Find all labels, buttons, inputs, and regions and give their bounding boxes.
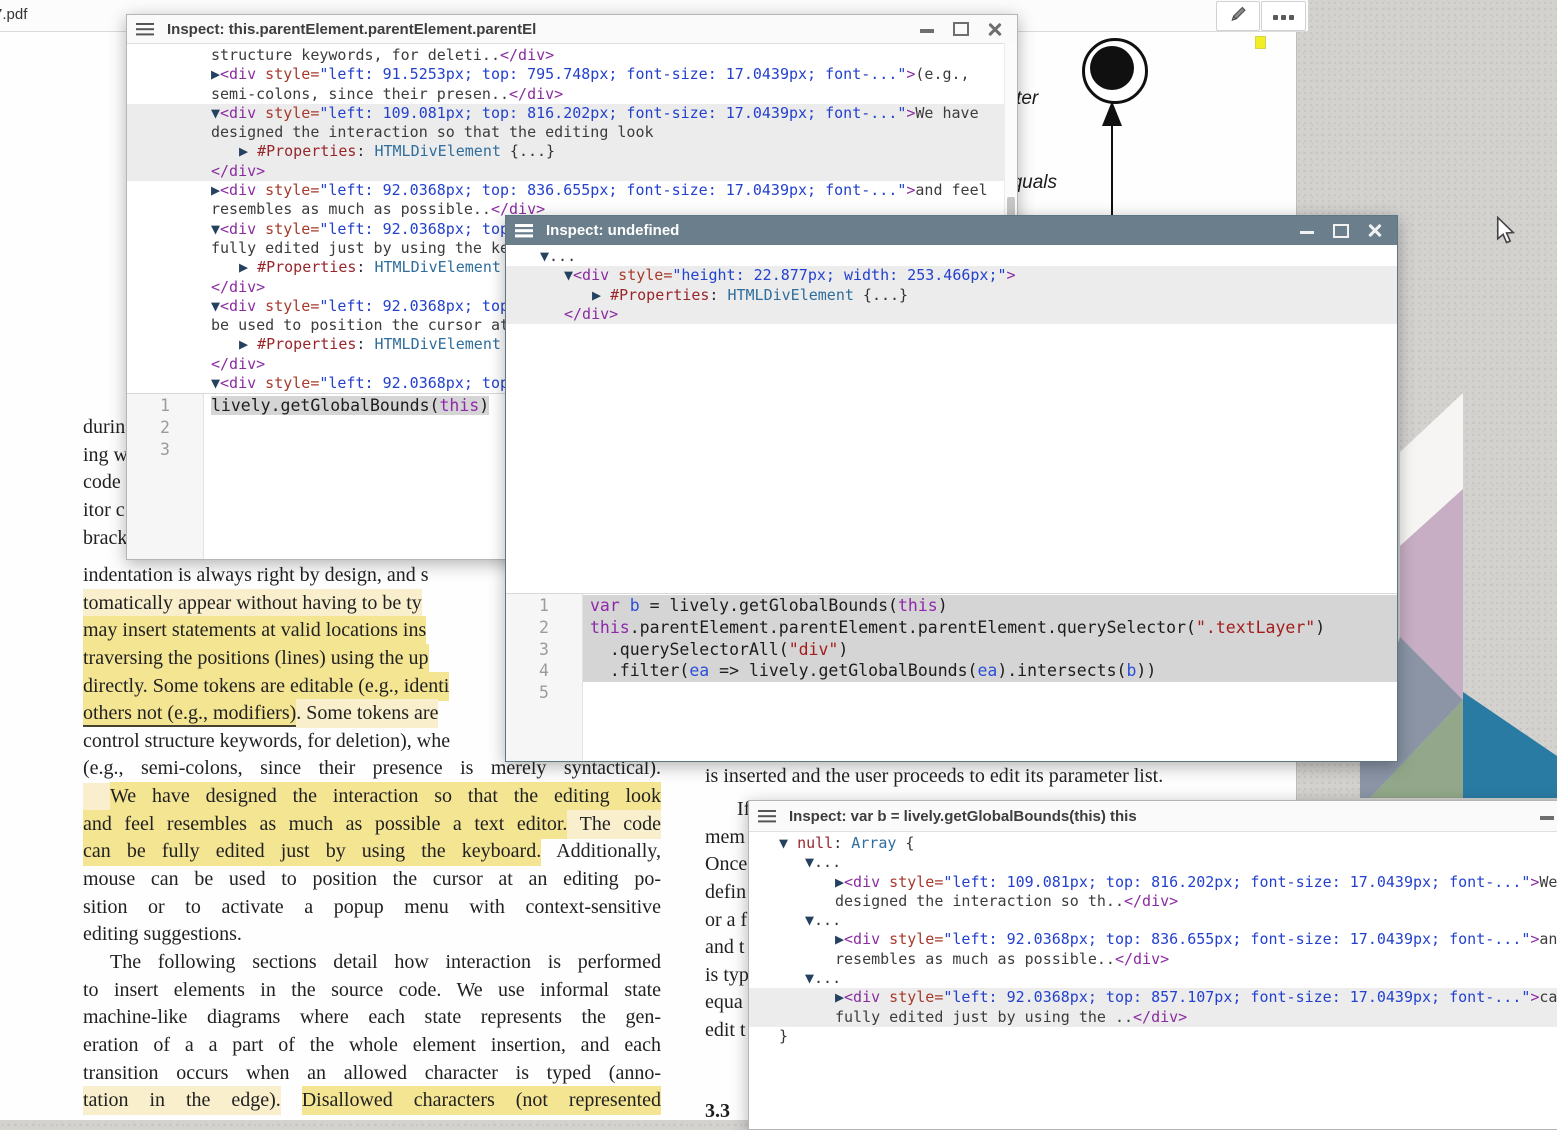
pdf-text-line: itor c: [83, 497, 128, 525]
tree-row[interactable]: </div>: [506, 305, 1397, 324]
tree-row[interactable]: ▶<div style="left: 92.0368px; top: 857.1…: [749, 988, 1557, 1007]
diagram-end-node-inner-circle: [1090, 46, 1134, 90]
pdf-text-line: code: [83, 469, 128, 497]
pdf-text-line: mouse can be used to position the cursor…: [83, 866, 661, 894]
window-title: Inspect: var b = lively.getGlobalBounds(…: [789, 808, 1137, 825]
pdf-text-line: brack: [83, 525, 128, 553]
window-title: Inspect: undefined: [546, 222, 679, 239]
tree-row[interactable]: ▶<div style="left: 92.0368px; top: 836.6…: [127, 181, 1017, 200]
pdf-text-line: sition or to activate a popup menu with …: [83, 894, 661, 922]
pdf-text-line: eration of a a part of the whole element…: [83, 1032, 661, 1060]
pdf-left-fragments: durining wcodeitor cbrack: [83, 414, 128, 552]
editor-code-area[interactable]: var b = lively.getGlobalBounds(this)this…: [583, 594, 1397, 761]
tree-row[interactable]: fully edited just by using the ..</div>: [749, 1008, 1557, 1027]
window-maximize-button[interactable]: [953, 22, 969, 36]
dom-tree: ▼...▼<div style="height: 22.877px; width…: [506, 245, 1397, 593]
tree-row[interactable]: ▼<div style="left: 109.081px; top: 816.2…: [127, 104, 1017, 123]
tree-row[interactable]: </div>: [127, 162, 1017, 181]
window-minimize-button[interactable]: [1540, 816, 1554, 820]
code-line[interactable]: .filter(ea => lively.getGlobalBounds(ea)…: [583, 660, 1397, 682]
tree-row[interactable]: structure keywords, for deleti..</div>: [127, 46, 1017, 65]
inspector-window-global-bounds: Inspect: var b = lively.getGlobalBounds(…: [748, 800, 1557, 1130]
window-menu-icon[interactable]: [758, 810, 776, 823]
window-minimize-button[interactable]: [1300, 231, 1314, 235]
tree-row[interactable]: ▶ #Properties: HTMLDivElement {...}: [127, 142, 1017, 161]
pdf-text-line: transition occurs when an allowed charac…: [83, 1060, 661, 1088]
tree-row[interactable]: ▼ null: Array {: [749, 834, 1557, 853]
tree-row[interactable]: ▶ #Properties: HTMLDivElement {...}: [506, 286, 1397, 305]
pdf-text-line: machine-like diagrams where each state r…: [83, 1004, 661, 1032]
tree-row[interactable]: semi-colons, since their presen..</div>: [127, 85, 1017, 104]
mouse-cursor: [1496, 216, 1515, 249]
tree-row[interactable]: ▶<div style="left: 91.5253px; top: 795.7…: [127, 65, 1017, 84]
window-menu-icon[interactable]: [136, 23, 154, 36]
code-line[interactable]: [583, 682, 1397, 704]
pdf-middle-line: is inserted and the user proceeds to edi…: [705, 763, 1557, 791]
inspector-window-undefined: Inspect: undefined ▼...▼<div style="heig…: [505, 215, 1398, 762]
more-options-icon: [1271, 7, 1296, 25]
pdf-text-line: ing w: [83, 442, 128, 470]
tree-row[interactable]: designed the interaction so that the edi…: [127, 123, 1017, 142]
edit-annotation-button[interactable]: [1216, 1, 1260, 31]
tree-row[interactable]: ▶<div style="left: 109.081px; top: 816.2…: [749, 873, 1557, 892]
window-close-button[interactable]: [1368, 224, 1382, 238]
diagram-arrow-line: [1111, 122, 1113, 218]
tree-row[interactable]: ▼...: [749, 911, 1557, 930]
yellow-annotation-marker[interactable]: [1255, 36, 1266, 49]
desktop-background: { "tab": { "label": "7.pdf" }, "toolbar"…: [0, 0, 1557, 1120]
window-title: Inspect: this.parentElement.parentElemen…: [167, 21, 536, 38]
window-titlebar[interactable]: Inspect: this.parentElement.parentElemen…: [127, 15, 1017, 44]
pdf-text-line: The following sections detail how intera…: [83, 949, 661, 977]
pencil-icon: [1228, 4, 1248, 29]
pdf-text-line: and feel resembles as much as possible a…: [83, 811, 661, 839]
diagram-arrowhead: [1102, 101, 1122, 126]
pdf-text-line: to insert elements in the source code. W…: [83, 977, 661, 1005]
tree-row[interactable]: }: [749, 1027, 1557, 1046]
window-close-button[interactable]: [988, 22, 1002, 36]
pdf-text-line: editing suggestions.: [83, 921, 661, 949]
editor-gutter: 123: [127, 394, 204, 559]
tree-row[interactable]: ▶<div style="left: 92.0368px; top: 836.6…: [749, 930, 1557, 949]
window-minimize-button[interactable]: [920, 29, 934, 33]
pdf-tab-label[interactable]: 7.pdf: [0, 6, 27, 23]
code-line[interactable]: .querySelectorAll("div"): [583, 639, 1397, 661]
window-titlebar[interactable]: Inspect: var b = lively.getGlobalBounds(…: [749, 801, 1557, 832]
tree-row[interactable]: designed the interaction so th..</div>: [749, 892, 1557, 911]
dom-tree: ▼ null: Array {▼...▶<div style="left: 10…: [749, 832, 1557, 1130]
tree-row[interactable]: resembles as much as possible..</div>: [749, 950, 1557, 969]
pdf-text-line: durin: [83, 414, 128, 442]
tree-row[interactable]: ▼...: [749, 853, 1557, 872]
code-editor[interactable]: 12345 var b = lively.getGlobalBounds(thi…: [506, 593, 1397, 761]
window-maximize-button[interactable]: [1333, 224, 1349, 238]
code-line[interactable]: var b = lively.getGlobalBounds(this): [583, 595, 1397, 617]
pdf-text-line: We have designed the interaction so that…: [83, 783, 661, 811]
more-options-button[interactable]: [1261, 1, 1306, 31]
editor-gutter: 12345: [506, 594, 583, 761]
tree-row[interactable]: ▼...: [506, 247, 1397, 266]
tree-row[interactable]: ▼<div style="height: 22.877px; width: 25…: [506, 266, 1397, 285]
tree-row[interactable]: ▼...: [749, 969, 1557, 988]
pdf-text-line: tation in the edge). Disallowed characte…: [83, 1087, 661, 1115]
code-line[interactable]: this.parentElement.parentElement.parentE…: [583, 617, 1397, 639]
window-titlebar[interactable]: Inspect: undefined: [506, 216, 1397, 245]
window-menu-icon[interactable]: [515, 224, 533, 237]
pdf-text-line: can be fully edited just by using the ke…: [83, 838, 661, 866]
